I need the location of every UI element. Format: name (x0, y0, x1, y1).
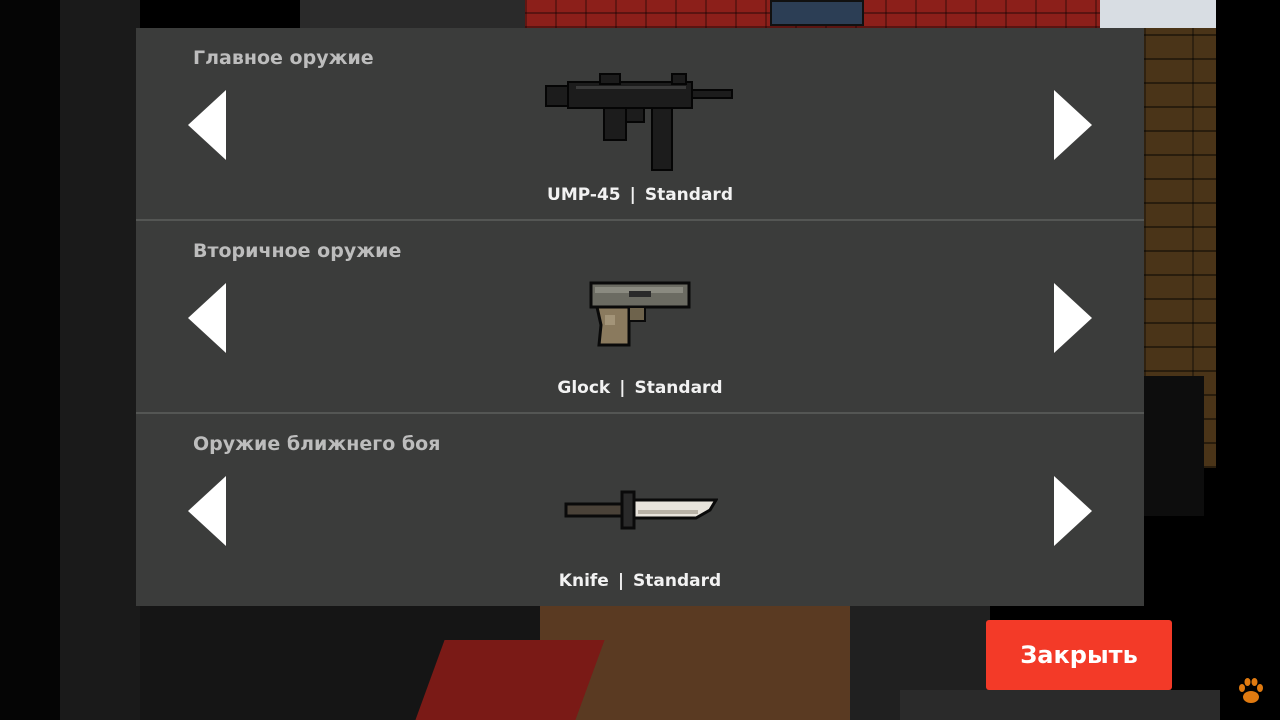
section-title: Вторичное оружие (193, 240, 402, 262)
loadout-panel: Главное оружие UMP-45 | Standard Вторичн… (136, 28, 1144, 606)
weapon-skin: Standard (634, 378, 723, 398)
next-arrow-icon[interactable] (1052, 476, 1092, 546)
knife-icon (564, 490, 718, 530)
close-button[interactable]: Закрыть (986, 620, 1172, 690)
label-separator: | (619, 378, 626, 398)
weapon-name: UMP-45 (547, 185, 621, 205)
next-arrow-icon[interactable] (1052, 283, 1092, 353)
secondary-weapon-section: Вторичное оружие Glock | Standard (136, 221, 1144, 412)
primary-weapon-section: Главное оружие UMP-45 | Standard (136, 28, 1144, 219)
next-arrow-icon[interactable] (1052, 90, 1092, 160)
smg-icon (545, 73, 733, 171)
label-separator: | (629, 185, 636, 205)
paw-icon (1239, 678, 1263, 703)
previous-arrow-icon[interactable] (188, 476, 228, 546)
weapon-label: Knife | Standard (136, 571, 1144, 591)
previous-arrow-icon[interactable] (188, 90, 228, 160)
section-title: Главное оружие (193, 47, 374, 69)
pistol-icon (589, 281, 691, 347)
weapon-name: Knife (558, 571, 609, 591)
previous-arrow-icon[interactable] (188, 283, 228, 353)
label-separator: | (617, 571, 625, 591)
weapon-skin: Standard (644, 185, 733, 205)
melee-weapon-section: Оружие ближнего боя Knife | Standard (136, 414, 1144, 605)
weapon-label: UMP-45 | Standard (136, 185, 1144, 205)
weapon-name: Glock (557, 378, 611, 398)
weapon-skin: Standard (633, 571, 722, 591)
weapon-label: Glock | Standard (136, 378, 1144, 398)
section-title: Оружие ближнего боя (193, 433, 441, 455)
